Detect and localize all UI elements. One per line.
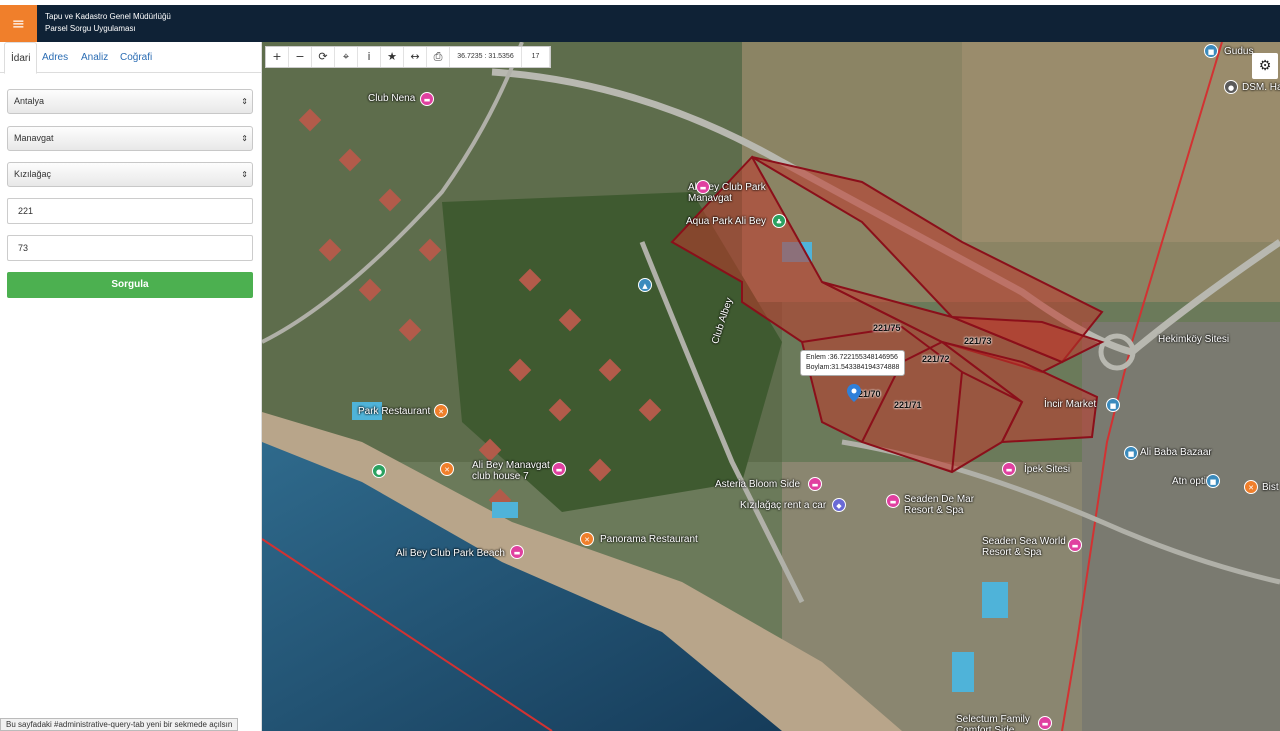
place-label-seaden-de-mar: Seaden De Mar Resort & Spa (904, 494, 975, 516)
parcel-label: 221/72 (922, 354, 950, 364)
popup-latitude: Enlem :36.722155348146956 (806, 354, 898, 361)
neighborhood-select[interactable]: Kızılağaç ⇕ (7, 162, 253, 187)
hotel-marker-icon[interactable]: ▬ (420, 92, 434, 106)
place-label-aqua-park-ali-bey: Aqua Park Ali Bey (686, 216, 767, 227)
place-label-selectum-family: Selectum Family Comfort Side (956, 714, 1030, 731)
satellite-imagery (262, 42, 1280, 731)
restaurant-marker-icon[interactable]: ✕ (440, 462, 454, 476)
tab-geographic[interactable]: Coğrafi (114, 42, 158, 73)
gear-icon[interactable]: ⚙ (1252, 53, 1278, 79)
shop-marker-icon[interactable]: ■ (1106, 398, 1120, 412)
coordinate-readout: 36.7235 : 31.5356 (450, 47, 522, 67)
select-arrows-icon: ⇕ (241, 97, 248, 106)
query-button[interactable]: Sorgula (7, 272, 253, 298)
place-label-seaden-sea-world: Seaden Sea World Resort & Spa (982, 536, 1066, 558)
place-label-club-nena: Club Nena (368, 93, 416, 104)
app-title-line1: Tapu ve Kadastro Genel Müdürlüğü (45, 12, 171, 21)
zoom-level-readout: 17 (522, 47, 550, 67)
location-pin-icon[interactable] (847, 384, 861, 402)
hotel-marker-icon[interactable]: ▬ (808, 477, 822, 491)
map-view[interactable]: Club Nena Ali Bey Club Park Manavgat Aqu… (262, 42, 1280, 731)
info-icon[interactable]: i (358, 47, 381, 67)
select-arrows-icon: ⇕ (241, 170, 248, 179)
place-label-asteria-bloom-side: Asteria Bloom Side (715, 479, 801, 490)
place-label-ali-baba-bazaar: Ali Baba Bazaar (1140, 447, 1212, 458)
location-marker-icon[interactable]: ● (372, 464, 386, 478)
place-label-hekimkoy-sitesi: Hekimköy Sitesi (1158, 334, 1230, 345)
sidebar: İdari Adres Analiz Coğrafi Antalya ⇕ Man… (0, 42, 262, 731)
poi-marker-icon[interactable]: ● (1224, 80, 1238, 94)
block-input[interactable]: 221 (7, 198, 253, 224)
parcel-label: 221/75 (873, 323, 901, 333)
place-label-dsm: DSM. Ha (1242, 82, 1280, 93)
restaurant-marker-icon[interactable]: ✕ (1244, 480, 1258, 494)
shop-marker-icon[interactable]: ■ (1206, 474, 1220, 488)
hotel-marker-icon[interactable]: ▬ (696, 180, 710, 194)
province-value: Antalya (14, 96, 45, 106)
hotel-marker-icon[interactable]: ▬ (1068, 538, 1082, 552)
place-label-bist: Bist (1262, 482, 1279, 493)
district-value: Manavgat (14, 133, 54, 143)
place-label-kizilagac-rent-a-car: Kızılağaç rent a car (740, 500, 827, 511)
refresh-icon[interactable]: ⟳ (312, 47, 335, 67)
select-arrows-icon: ⇕ (241, 134, 248, 143)
restaurant-marker-icon[interactable]: ✕ (434, 404, 448, 418)
place-label-ali-bey-club-park-beach: Ali Bey Club Park Beach (396, 548, 505, 559)
parcel-label: 221/73 (964, 336, 992, 346)
hotel-marker-icon[interactable]: ▬ (510, 545, 524, 559)
place-label-incir-market: İncir Market (1044, 399, 1097, 410)
browser-status-bar: Bu sayfadaki #administrative-query-tab y… (0, 718, 239, 731)
coordinate-popup: Enlem :36.722155348146956 Boylam:31.5433… (800, 350, 906, 376)
district-select[interactable]: Manavgat ⇕ (7, 126, 253, 151)
tab-administrative[interactable]: İdari (4, 42, 38, 74)
crosshair-icon[interactable]: ⌖ (335, 47, 358, 67)
shop-marker-icon[interactable]: ■ (1204, 44, 1218, 58)
place-label-park-restaurant: Park Restaurant (358, 406, 431, 417)
hotel-marker-icon[interactable]: ▬ (552, 462, 566, 476)
parcel-input[interactable]: 73 (7, 235, 253, 261)
map-toolbar: + − ⟳ ⌖ i ★ ↔ ⎙ 36.7235 : 31.5356 17 (265, 46, 551, 68)
restaurant-marker-icon[interactable]: ✕ (580, 532, 594, 546)
app-title: Tapu ve Kadastro Genel Müdürlüğü Parsel … (45, 11, 171, 35)
hotel-marker-icon[interactable]: ▬ (1002, 462, 1016, 476)
place-label-ali-bey-club-house: Ali Bey Manavgat club house 7 (472, 460, 550, 482)
star-icon[interactable]: ★ (381, 47, 404, 67)
parcel-label: 221/71 (894, 400, 922, 410)
education-marker-icon[interactable]: ▲ (638, 278, 652, 292)
car-rental-marker-icon[interactable]: ◆ (832, 498, 846, 512)
measure-icon[interactable]: ↔ (404, 47, 427, 67)
app-title-line2: Parsel Sorgu Uygulaması (45, 24, 136, 33)
hamburger-menu-icon[interactable]: ≡ (0, 5, 37, 42)
zoom-out-icon[interactable]: − (289, 47, 312, 67)
app-header: ≡ Tapu ve Kadastro Genel Müdürlüğü Parse… (0, 5, 1280, 42)
place-label-gudus: Gudus (1224, 46, 1254, 57)
province-select[interactable]: Antalya ⇕ (7, 89, 253, 114)
hotel-marker-icon[interactable]: ▬ (1038, 716, 1052, 730)
neighborhood-value: Kızılağaç (14, 169, 52, 179)
place-label-ipek-sitesi: İpek Sitesi (1024, 464, 1071, 475)
zoom-in-icon[interactable]: + (266, 47, 289, 67)
hotel-marker-icon[interactable]: ▬ (886, 494, 900, 508)
place-label-panorama-restaurant: Panorama Restaurant (600, 534, 698, 545)
shop-marker-icon[interactable]: ■ (1124, 446, 1138, 460)
popup-longitude: Boylam:31.543384194374888 (806, 364, 900, 371)
park-marker-icon[interactable]: ♣ (772, 214, 786, 228)
tab-analysis[interactable]: Analiz (75, 42, 114, 73)
tab-address[interactable]: Adres (36, 42, 74, 73)
print-icon[interactable]: ⎙ (427, 47, 450, 67)
query-tabs: İdari Adres Analiz Coğrafi (0, 42, 262, 74)
